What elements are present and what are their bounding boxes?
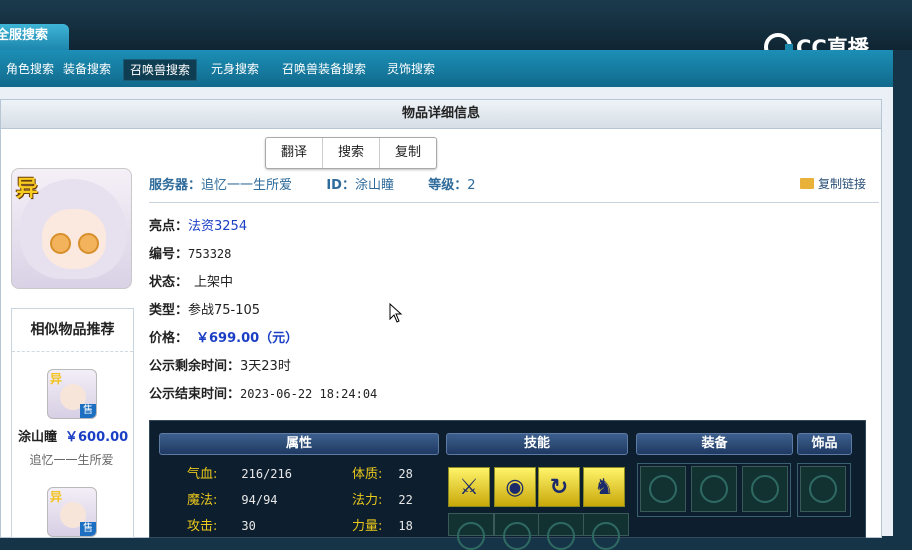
remain-row: 公示剩余时间：3天23时 bbox=[149, 355, 291, 374]
end-value: 2023-06-22 18:24:04 bbox=[240, 387, 378, 401]
stat-label: 体质: bbox=[352, 467, 383, 482]
translate-button[interactable]: 翻译 bbox=[266, 138, 323, 168]
highlight-value[interactable]: 法资3254 bbox=[188, 219, 247, 234]
divider bbox=[149, 202, 879, 203]
highlight-label: 亮点： bbox=[149, 219, 189, 234]
similar-item-price: ￥600.00 bbox=[65, 430, 129, 445]
server-label: 服务器： bbox=[149, 178, 202, 193]
skill-slot-arrow-icon[interactable]: ↻ bbox=[538, 467, 580, 507]
copy-link-label: 复制链接 bbox=[818, 177, 867, 191]
status-label: 状态： bbox=[149, 275, 189, 290]
stat-attack: 攻击: 30 bbox=[187, 515, 256, 534]
id-label: ID： bbox=[326, 178, 355, 193]
nav-summon-search[interactable]: 召唤兽搜索 bbox=[123, 59, 198, 81]
price-label: 价格： bbox=[149, 331, 189, 346]
type-row: 类型：参战75-105 bbox=[149, 299, 260, 318]
server-value: 追忆一一生所爱 bbox=[201, 178, 293, 193]
stat-constitution: 体质: 28 bbox=[352, 463, 413, 482]
highlight-row: 亮点：法资3254 bbox=[149, 215, 247, 234]
nav-yuanshen-search[interactable]: 元身搜索 bbox=[205, 59, 265, 79]
number-label: 编号： bbox=[149, 247, 189, 262]
tab-all-server-search[interactable]: 全服搜索 bbox=[0, 24, 69, 50]
skill-slot-figure-icon[interactable]: ♞ bbox=[583, 467, 625, 507]
stat-value: 22 bbox=[398, 493, 413, 507]
attributes-header: 属性 bbox=[159, 433, 439, 455]
stat-magic: 法力: 22 bbox=[352, 489, 413, 508]
type-label: 类型： bbox=[149, 303, 189, 318]
stat-strength: 力量: 18 bbox=[352, 515, 413, 534]
level-label: 等级： bbox=[428, 178, 468, 193]
copy-button[interactable]: 复制 bbox=[380, 138, 436, 168]
remain-label: 公示剩余时间： bbox=[149, 359, 241, 374]
equipment-slot-empty-icon[interactable] bbox=[640, 466, 686, 512]
mouse-cursor-icon bbox=[389, 303, 403, 323]
price-value: ￥699.00（元） bbox=[196, 331, 299, 346]
sale-badge: 售 bbox=[80, 404, 96, 418]
skill-slot-empty-icon[interactable] bbox=[583, 513, 629, 550]
level-value: 2 bbox=[467, 178, 476, 193]
avatar-eye-left bbox=[50, 233, 71, 254]
similar-item-name: 涂山瞳 bbox=[18, 430, 58, 445]
nav-equipment-search[interactable]: 装备搜索 bbox=[57, 59, 117, 79]
avatar-tag: 异 bbox=[16, 177, 39, 202]
item-summary-line: 服务器：追忆一一生所爱 ID：涂山瞳 等级：2 bbox=[149, 174, 476, 193]
status-row: 状态： 上架中 bbox=[149, 271, 233, 290]
thumb-tag-2: 异 bbox=[50, 490, 63, 504]
accessory-header: 饰品 bbox=[797, 433, 852, 455]
skill-slot-empty-icon[interactable] bbox=[538, 513, 584, 550]
similar-item-label[interactable]: 涂山瞳 ￥600.00 bbox=[18, 426, 128, 445]
copy-link[interactable]: 复制链接 bbox=[800, 175, 866, 192]
stat-label: 魔法: bbox=[187, 493, 218, 508]
end-time-row: 公示结束时间：2023-06-22 18:24:04 bbox=[149, 383, 377, 402]
similar-items-title: 相似物品推荐 bbox=[12, 309, 133, 352]
skill-slot-empty-icon[interactable] bbox=[494, 513, 540, 550]
avatar-eye-right bbox=[78, 233, 99, 254]
nav-role-search[interactable]: 角色搜索 bbox=[0, 59, 60, 79]
context-toolbar: 翻译 搜索 复制 bbox=[265, 137, 437, 169]
similar-item-thumb-2[interactable]: 异 售 bbox=[47, 487, 97, 537]
number-row: 编号：753328 bbox=[149, 243, 231, 262]
stat-value: 216/216 bbox=[241, 467, 292, 481]
stat-mp: 魔法: 94/94 bbox=[187, 489, 278, 508]
stat-value: 28 bbox=[398, 467, 413, 481]
price-row: 价格： ￥699.00（元） bbox=[149, 327, 298, 346]
equipment-header: 装备 bbox=[636, 433, 793, 455]
type-value: 参战75-105 bbox=[188, 303, 261, 318]
stat-value: 94/94 bbox=[241, 493, 278, 507]
equipment-slot-empty-icon[interactable] bbox=[691, 466, 737, 512]
stat-value: 30 bbox=[241, 519, 256, 533]
id-value: 涂山瞳 bbox=[354, 178, 394, 193]
stat-value: 18 bbox=[398, 519, 413, 533]
stat-label: 力量: bbox=[352, 519, 383, 534]
thumb-tag: 异 bbox=[50, 372, 63, 386]
stat-label: 法力: bbox=[352, 493, 383, 508]
accessory-slot-empty-icon[interactable] bbox=[800, 466, 846, 512]
number-value: 753328 bbox=[188, 247, 232, 261]
nav-accessory-search[interactable]: 灵饰搜索 bbox=[381, 59, 441, 79]
status-value: 上架中 bbox=[194, 275, 234, 290]
remain-value: 3天23时 bbox=[240, 359, 291, 374]
folder-icon bbox=[800, 178, 814, 189]
stat-hp: 气血: 216/216 bbox=[187, 463, 292, 482]
similar-item-thumb[interactable]: 异 售 bbox=[47, 369, 97, 419]
stat-label: 气血: bbox=[187, 467, 218, 482]
end-label: 公示结束时间： bbox=[149, 387, 241, 402]
summon-avatar: 异 bbox=[11, 168, 132, 289]
skills-header: 技能 bbox=[446, 433, 628, 455]
similar-item-server: 追忆一一生所爱 bbox=[29, 453, 114, 467]
skill-slot-sword-icon[interactable]: ⚔ bbox=[448, 467, 490, 507]
search-button[interactable]: 搜索 bbox=[323, 138, 380, 168]
skill-slot-eye-icon[interactable]: ◉ bbox=[494, 467, 536, 507]
equipment-slot-empty-icon[interactable] bbox=[742, 466, 788, 512]
nav-summon-equipment-search[interactable]: 召唤兽装备搜索 bbox=[276, 59, 372, 79]
sale-badge-2: 售 bbox=[80, 522, 96, 536]
skill-slot-empty-icon[interactable] bbox=[448, 513, 494, 550]
stat-label: 攻击: bbox=[187, 519, 218, 534]
panel-title: 物品详细信息 bbox=[1, 100, 881, 129]
